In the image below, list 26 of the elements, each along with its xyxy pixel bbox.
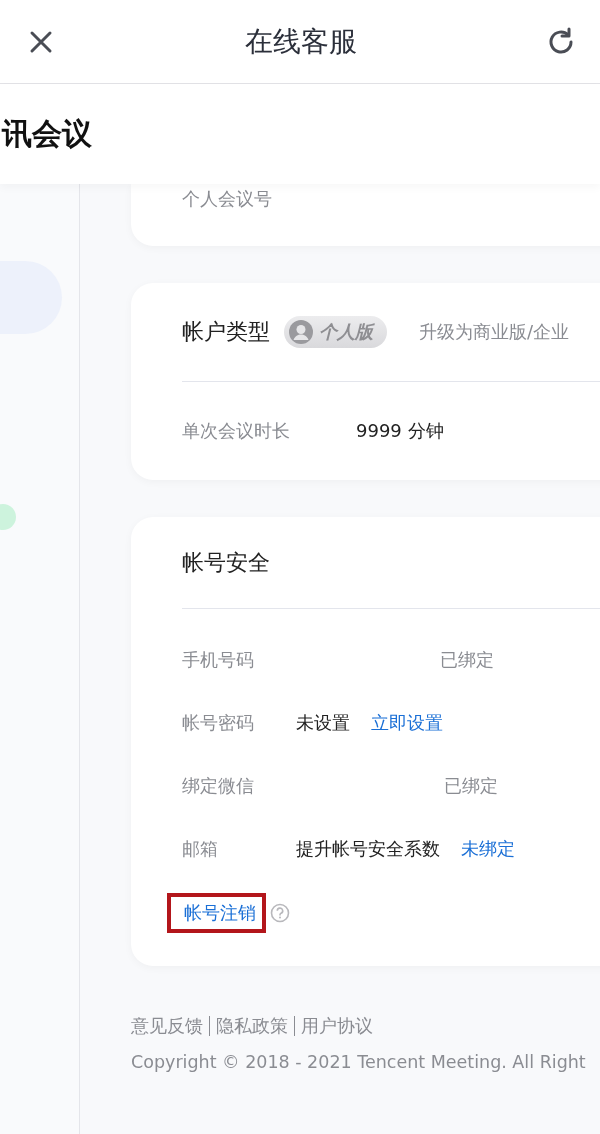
field-value: 提升帐号安全系数 [296, 836, 440, 861]
action-link[interactable]: 立即设置 [371, 710, 443, 735]
footer-link[interactable]: 隐私政策 [216, 1014, 288, 1038]
copyright-text: Copyright © 2018 - 2021 Tencent Meeting. All Right [131, 1052, 587, 1072]
field-label: 绑定微信 [182, 773, 254, 798]
user-icon [289, 320, 313, 344]
deregister-link[interactable]: 帐号注销 [167, 893, 266, 933]
field-value: 9999 分钟 [356, 419, 444, 443]
footer-link[interactable]: 意见反馈 [131, 1014, 203, 1038]
status-text: 已绑定 [440, 647, 494, 672]
card-title: 帐户类型 [182, 318, 270, 346]
field-label: 帐号密码 [182, 710, 254, 735]
app-title: 讯会议 [2, 114, 92, 153]
help-icon [270, 903, 290, 923]
plan-badge: 个人版 [284, 316, 387, 348]
field-label: 个人会议号 [182, 187, 272, 211]
field-label: 单次会议时长 [182, 419, 290, 443]
status-text: 已绑定 [444, 773, 498, 798]
action-link[interactable]: 未绑定 [461, 836, 515, 861]
card-title: 帐号安全 [182, 548, 270, 577]
upgrade-link[interactable]: 升级为商业版/企业 [419, 320, 570, 344]
footer-link[interactable]: 用户协议 [301, 1014, 373, 1038]
field-label: 手机号码 [182, 647, 254, 672]
window-title: 在线客服 [245, 23, 357, 60]
field-label: 邮箱 [182, 836, 218, 861]
field-value: 未设置 [296, 710, 350, 735]
